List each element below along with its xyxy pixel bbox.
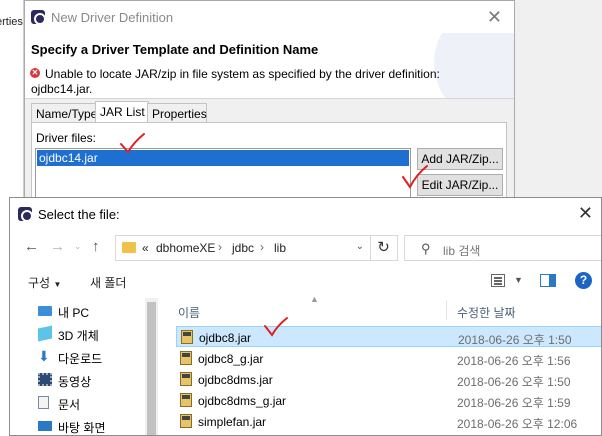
help-icon[interactable]: ?	[575, 272, 592, 289]
file-list: ▲ 이름 수정한 날짜 ojdbc8.jar 2018-06-26 오후 1:5…	[160, 294, 601, 435]
back-arrow-icon[interactable]: ←	[24, 238, 39, 255]
folder-icon	[122, 242, 136, 253]
file-name: ojdbc8dms.jar	[198, 373, 273, 387]
add-jar-button[interactable]: Add JAR/Zip...	[417, 148, 503, 170]
column-header-name[interactable]: 이름	[178, 304, 200, 321]
breadcrumb-dbhomexe[interactable]: dbhomeXE	[156, 241, 215, 255]
file-date: 2018-06-26 오후 1:59	[457, 396, 571, 410]
nav-pane-scrollbar[interactable]	[145, 298, 158, 435]
desktop-icon	[38, 421, 52, 431]
file-date: 2018-06-26 오후 1:56	[457, 354, 571, 368]
jar-file-icon	[180, 393, 192, 407]
file-row-simplefan[interactable]: simplefan.jar 2018-06-26 오후 12:06	[176, 411, 601, 432]
file-name: ojdbc8dms_g.jar	[198, 394, 287, 408]
breadcrumb-separator-icon: ›	[218, 240, 222, 254]
view-options-icon[interactable]	[491, 274, 505, 287]
dialog-header: Specify a Driver Template and Definition…	[25, 33, 514, 99]
error-icon: ✕	[30, 68, 40, 78]
search-box[interactable]: ⚲ lib 검색	[404, 235, 601, 261]
tab-jar-list[interactable]: JAR List	[95, 101, 149, 123]
file-name: simplefan.jar	[198, 415, 267, 429]
jar-list-panel: Driver files: ojdbc14.jar Add JAR/Zip...…	[31, 122, 507, 206]
column-header-date[interactable]: 수정한 날짜	[457, 304, 516, 321]
tab-name-type[interactable]: Name/Type	[31, 103, 97, 123]
breadcrumb-lib[interactable]: lib	[274, 241, 286, 255]
jar-file-icon	[180, 351, 192, 365]
up-arrow-icon[interactable]: ↑	[92, 238, 100, 255]
navigation-pane: 내 PC 3D 개체 ⬇ 다운로드 동영상 문서 바탕 화면	[10, 298, 158, 435]
eclipse-app-icon	[18, 207, 33, 222]
document-icon	[38, 396, 49, 409]
organize-button[interactable]: 구성 ▼	[28, 274, 61, 291]
address-bar[interactable]: « dbhomeXE › jdbc › lib ⌄	[115, 235, 371, 261]
dialog-title: New Driver Definition	[51, 10, 174, 25]
dialog-heading: Specify a Driver Template and Definition…	[31, 42, 319, 57]
jar-file-icon	[180, 414, 192, 428]
video-icon	[38, 373, 52, 386]
file-list-header: ▲ 이름 수정한 날짜	[160, 294, 601, 322]
close-icon[interactable]: ✕	[578, 203, 593, 224]
breadcrumb-jdbc[interactable]: jdbc	[232, 241, 254, 255]
breadcrumb-overflow[interactable]: «	[142, 241, 149, 255]
close-icon[interactable]: ✕	[487, 7, 502, 28]
command-bar: 구성 ▼ 새 폴더 ▼ ?	[10, 266, 601, 298]
pc-icon	[38, 306, 52, 316]
jar-file-icon	[181, 330, 193, 344]
navigation-bar: ← → ⌄ ↑ « dbhomeXE › jdbc › lib ⌄ ↻ ⚲ li…	[10, 230, 601, 266]
search-icon: ⚲	[421, 241, 431, 256]
chevron-down-icon[interactable]: ⌄	[356, 241, 364, 252]
driver-files-label: Driver files:	[36, 131, 97, 145]
jar-file-icon	[180, 372, 192, 386]
organize-label: 구성	[28, 276, 51, 290]
file-dialog-title-bar: Select the file: ✕	[10, 198, 601, 230]
search-placeholder: lib 검색	[443, 244, 481, 258]
chevron-down-icon[interactable]: ▼	[514, 275, 523, 285]
forward-arrow-icon[interactable]: →	[50, 238, 65, 255]
header-banner-graphic	[434, 33, 514, 98]
download-icon: ⬇	[38, 348, 50, 364]
error-message: Unable to locate JAR/zip in file system …	[45, 67, 440, 81]
sort-indicator-icon: ▲	[310, 294, 319, 304]
file-row-ojdbc8[interactable]: ojdbc8.jar 2018-06-26 오후 1:50	[176, 326, 601, 347]
background-text: erties	[0, 16, 23, 28]
driver-files-list[interactable]: ojdbc14.jar	[35, 148, 411, 203]
select-file-dialog: Select the file: ✕ ← → ⌄ ↑ « dbhomeXE › …	[9, 197, 602, 436]
file-row-ojdbc8-g[interactable]: ojdbc8_g.jar 2018-06-26 오후 1:56	[176, 348, 601, 369]
file-date: 2018-06-26 오후 1:50	[457, 375, 571, 389]
cube-icon	[38, 325, 52, 342]
edit-jar-button[interactable]: Edit JAR/Zip...	[417, 174, 503, 196]
chevron-down-icon: ▼	[53, 280, 62, 289]
new-driver-definition-dialog: New Driver Definition ✕ Specify a Driver…	[24, 0, 515, 206]
recent-locations-icon[interactable]: ⌄	[74, 241, 82, 252]
file-dialog-title: Select the file:	[38, 207, 120, 222]
file-name: ojdbc8.jar	[199, 331, 252, 345]
file-name: ojdbc8_g.jar	[198, 352, 264, 366]
error-message-file: ojdbc14.jar.	[31, 82, 93, 96]
refresh-icon[interactable]: ↻	[370, 235, 398, 261]
file-date: 2018-06-26 오후 12:06	[457, 417, 578, 431]
column-divider[interactable]	[446, 300, 447, 320]
eclipse-app-icon	[31, 10, 46, 25]
tab-properties[interactable]: Properties	[147, 103, 207, 123]
file-date: 2018-06-26 오후 1:50	[458, 333, 572, 347]
dialog-title-bar: New Driver Definition ✕	[25, 1, 514, 33]
file-row-ojdbc8dms-g[interactable]: ojdbc8dms_g.jar 2018-06-26 오후 1:59	[176, 390, 601, 411]
driver-file-item[interactable]: ojdbc14.jar	[37, 150, 409, 166]
breadcrumb-separator-icon: ›	[260, 240, 264, 254]
file-row-ojdbc8dms[interactable]: ojdbc8dms.jar 2018-06-26 오후 1:50	[176, 369, 601, 390]
preview-pane-icon[interactable]	[540, 274, 556, 287]
scrollbar-thumb[interactable]	[147, 302, 156, 435]
new-folder-button[interactable]: 새 폴더	[90, 274, 126, 291]
